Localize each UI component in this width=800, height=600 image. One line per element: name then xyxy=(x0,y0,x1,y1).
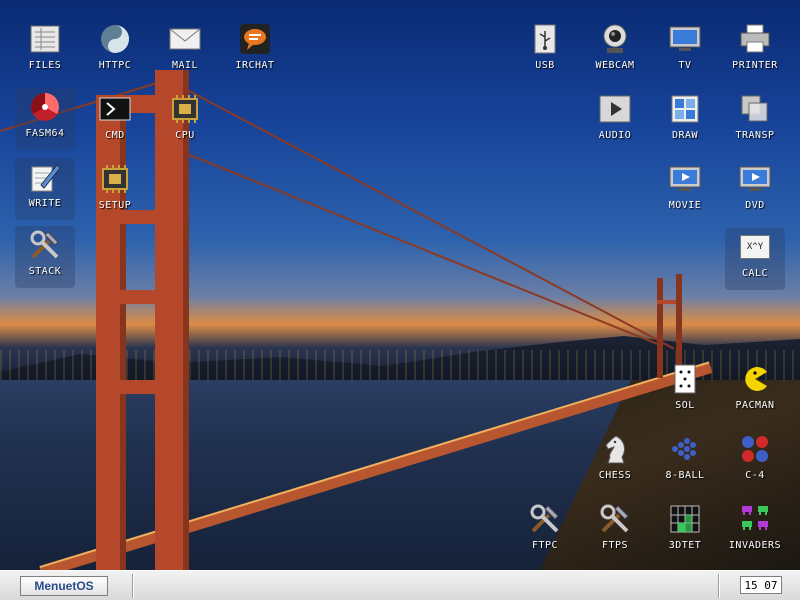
desktop-icon-label: IRCHAT xyxy=(235,60,275,71)
setup-icon xyxy=(98,162,132,196)
desktop-icon-cpu[interactable]: CPU xyxy=(155,90,215,152)
desktop-icon-ftpc[interactable]: FTPC xyxy=(515,500,575,562)
desktop-icon-tv[interactable]: TV xyxy=(655,20,715,82)
desktop-icon-dvd[interactable]: DVD xyxy=(725,160,785,222)
invaders-icon xyxy=(738,502,772,536)
desktop-icon-pacman[interactable]: PACMAN xyxy=(725,360,785,422)
desktop-icon-movie[interactable]: MOVIE xyxy=(655,160,715,222)
stack-icon xyxy=(28,228,62,262)
desktop-icon-label: WRITE xyxy=(28,198,62,209)
desktop-icon-label: DVD xyxy=(745,200,765,211)
draw-icon xyxy=(668,92,702,126)
webcam-icon xyxy=(598,22,632,56)
sol-icon xyxy=(668,362,702,396)
fasm64-icon xyxy=(28,90,62,124)
cpu-icon xyxy=(168,92,202,126)
desktop-icon-label: SETUP xyxy=(98,200,132,211)
ftpc-icon xyxy=(528,502,562,536)
taskbar[interactable]: MenuetOS 15 07 xyxy=(0,570,800,600)
taskbar-separator xyxy=(132,574,133,598)
desktop-icon-label: INVADERS xyxy=(728,540,782,551)
desktop-icon-c4[interactable]: C-4 xyxy=(725,430,785,492)
ftps-icon xyxy=(598,502,632,536)
tv-icon xyxy=(668,22,702,56)
desktop-icon-printer[interactable]: PRINTER xyxy=(725,20,785,82)
desktop[interactable]: FILES HTTPC MAIL IRCHAT FASM64 CMD CPU W… xyxy=(0,0,800,570)
desktop-icon-label: SOL xyxy=(675,400,695,411)
desktop-icon-label: MOVIE xyxy=(668,200,702,211)
desktop-icon-files[interactable]: FILES xyxy=(15,20,75,82)
desktop-icon-label: 8-BALL xyxy=(665,470,705,481)
desktop-icon-label: PACMAN xyxy=(735,400,775,411)
usb-icon xyxy=(528,22,562,56)
desktop-icon-label: C-4 xyxy=(745,470,765,481)
movie-icon xyxy=(668,162,702,196)
desktop-icon-invaders[interactable]: INVADERS xyxy=(725,500,785,562)
desktop-icon-chess[interactable]: CHESS xyxy=(585,430,645,492)
desktop-icon-label: FTPS xyxy=(601,540,629,551)
desktop-icon-label: CPU xyxy=(175,130,195,141)
taskbar-separator xyxy=(718,574,719,598)
desktop-icon-label: TRANSP xyxy=(735,130,775,141)
chess-icon xyxy=(598,432,632,466)
desktop-icon-label: HTTPC xyxy=(98,60,132,71)
desktop-icon-irchat[interactable]: IRCHAT xyxy=(225,20,285,82)
task-area[interactable] xyxy=(136,574,714,598)
desktop-icon-stack[interactable]: STACK xyxy=(15,226,75,288)
write-icon xyxy=(28,160,62,194)
calc-glyph: X^Y xyxy=(740,235,770,259)
desktop-icon-label: CALC xyxy=(741,268,769,279)
tetris-icon xyxy=(668,502,702,536)
desktop-icon-label: DRAW xyxy=(671,130,699,141)
desktop-icon-mail[interactable]: MAIL xyxy=(155,20,215,82)
pacman-icon xyxy=(738,362,772,396)
desktop-icon-calc[interactable]: X^Y CALC xyxy=(725,228,785,290)
desktop-icon-transp[interactable]: TRANSP xyxy=(725,90,785,152)
c4-icon xyxy=(738,432,772,466)
desktop-icon-label: USB xyxy=(535,60,555,71)
eight-ball-icon xyxy=(668,432,702,466)
calc-icon: X^Y xyxy=(738,230,772,264)
printer-icon xyxy=(738,22,772,56)
desktop-icon-label: FTPC xyxy=(531,540,559,551)
desktop-icon-usb[interactable]: USB xyxy=(515,20,575,82)
desktop-icon-label: AUDIO xyxy=(598,130,632,141)
desktop-icon-label: FASM64 xyxy=(25,128,65,139)
desktop-icon-fasm64[interactable]: FASM64 xyxy=(15,88,75,150)
irchat-icon xyxy=(238,22,272,56)
desktop-icon-label: FILES xyxy=(28,60,62,71)
dvd-icon xyxy=(738,162,772,196)
desktop-icon-label: CHESS xyxy=(598,470,632,481)
desktop-icon-setup[interactable]: SETUP xyxy=(85,160,145,222)
desktop-icon-label: TV xyxy=(678,60,692,71)
desktop-icon-webcam[interactable]: WEBCAM xyxy=(585,20,645,82)
desktop-icon-httpc[interactable]: HTTPC xyxy=(85,20,145,82)
desktop-icon-label: WEBCAM xyxy=(595,60,635,71)
cmd-icon xyxy=(98,92,132,126)
desktop-icon-sol[interactable]: SOL xyxy=(655,360,715,422)
audio-icon xyxy=(598,92,632,126)
desktop-icon-draw[interactable]: DRAW xyxy=(655,90,715,152)
desktop-icon-audio[interactable]: AUDIO xyxy=(585,90,645,152)
start-button[interactable]: MenuetOS xyxy=(20,576,108,596)
desktop-icon-label: 3DTET xyxy=(668,540,702,551)
files-icon xyxy=(28,22,62,56)
desktop-icon-write[interactable]: WRITE xyxy=(15,158,75,220)
desktop-icon-ftps[interactable]: FTPS xyxy=(585,500,645,562)
httpc-icon xyxy=(98,22,132,56)
desktop-icon-cmd[interactable]: CMD xyxy=(85,90,145,152)
clock[interactable]: 15 07 xyxy=(740,576,782,594)
desktop-icon-label: PRINTER xyxy=(732,60,778,71)
desktop-icon-label: CMD xyxy=(105,130,125,141)
desktop-icon-label: MAIL xyxy=(171,60,199,71)
desktop-icon-label: STACK xyxy=(28,266,62,277)
desktop-icon-8ball[interactable]: 8-BALL xyxy=(655,430,715,492)
transp-icon xyxy=(738,92,772,126)
mail-icon xyxy=(168,22,202,56)
desktop-icon-3dtet[interactable]: 3DTET xyxy=(655,500,715,562)
